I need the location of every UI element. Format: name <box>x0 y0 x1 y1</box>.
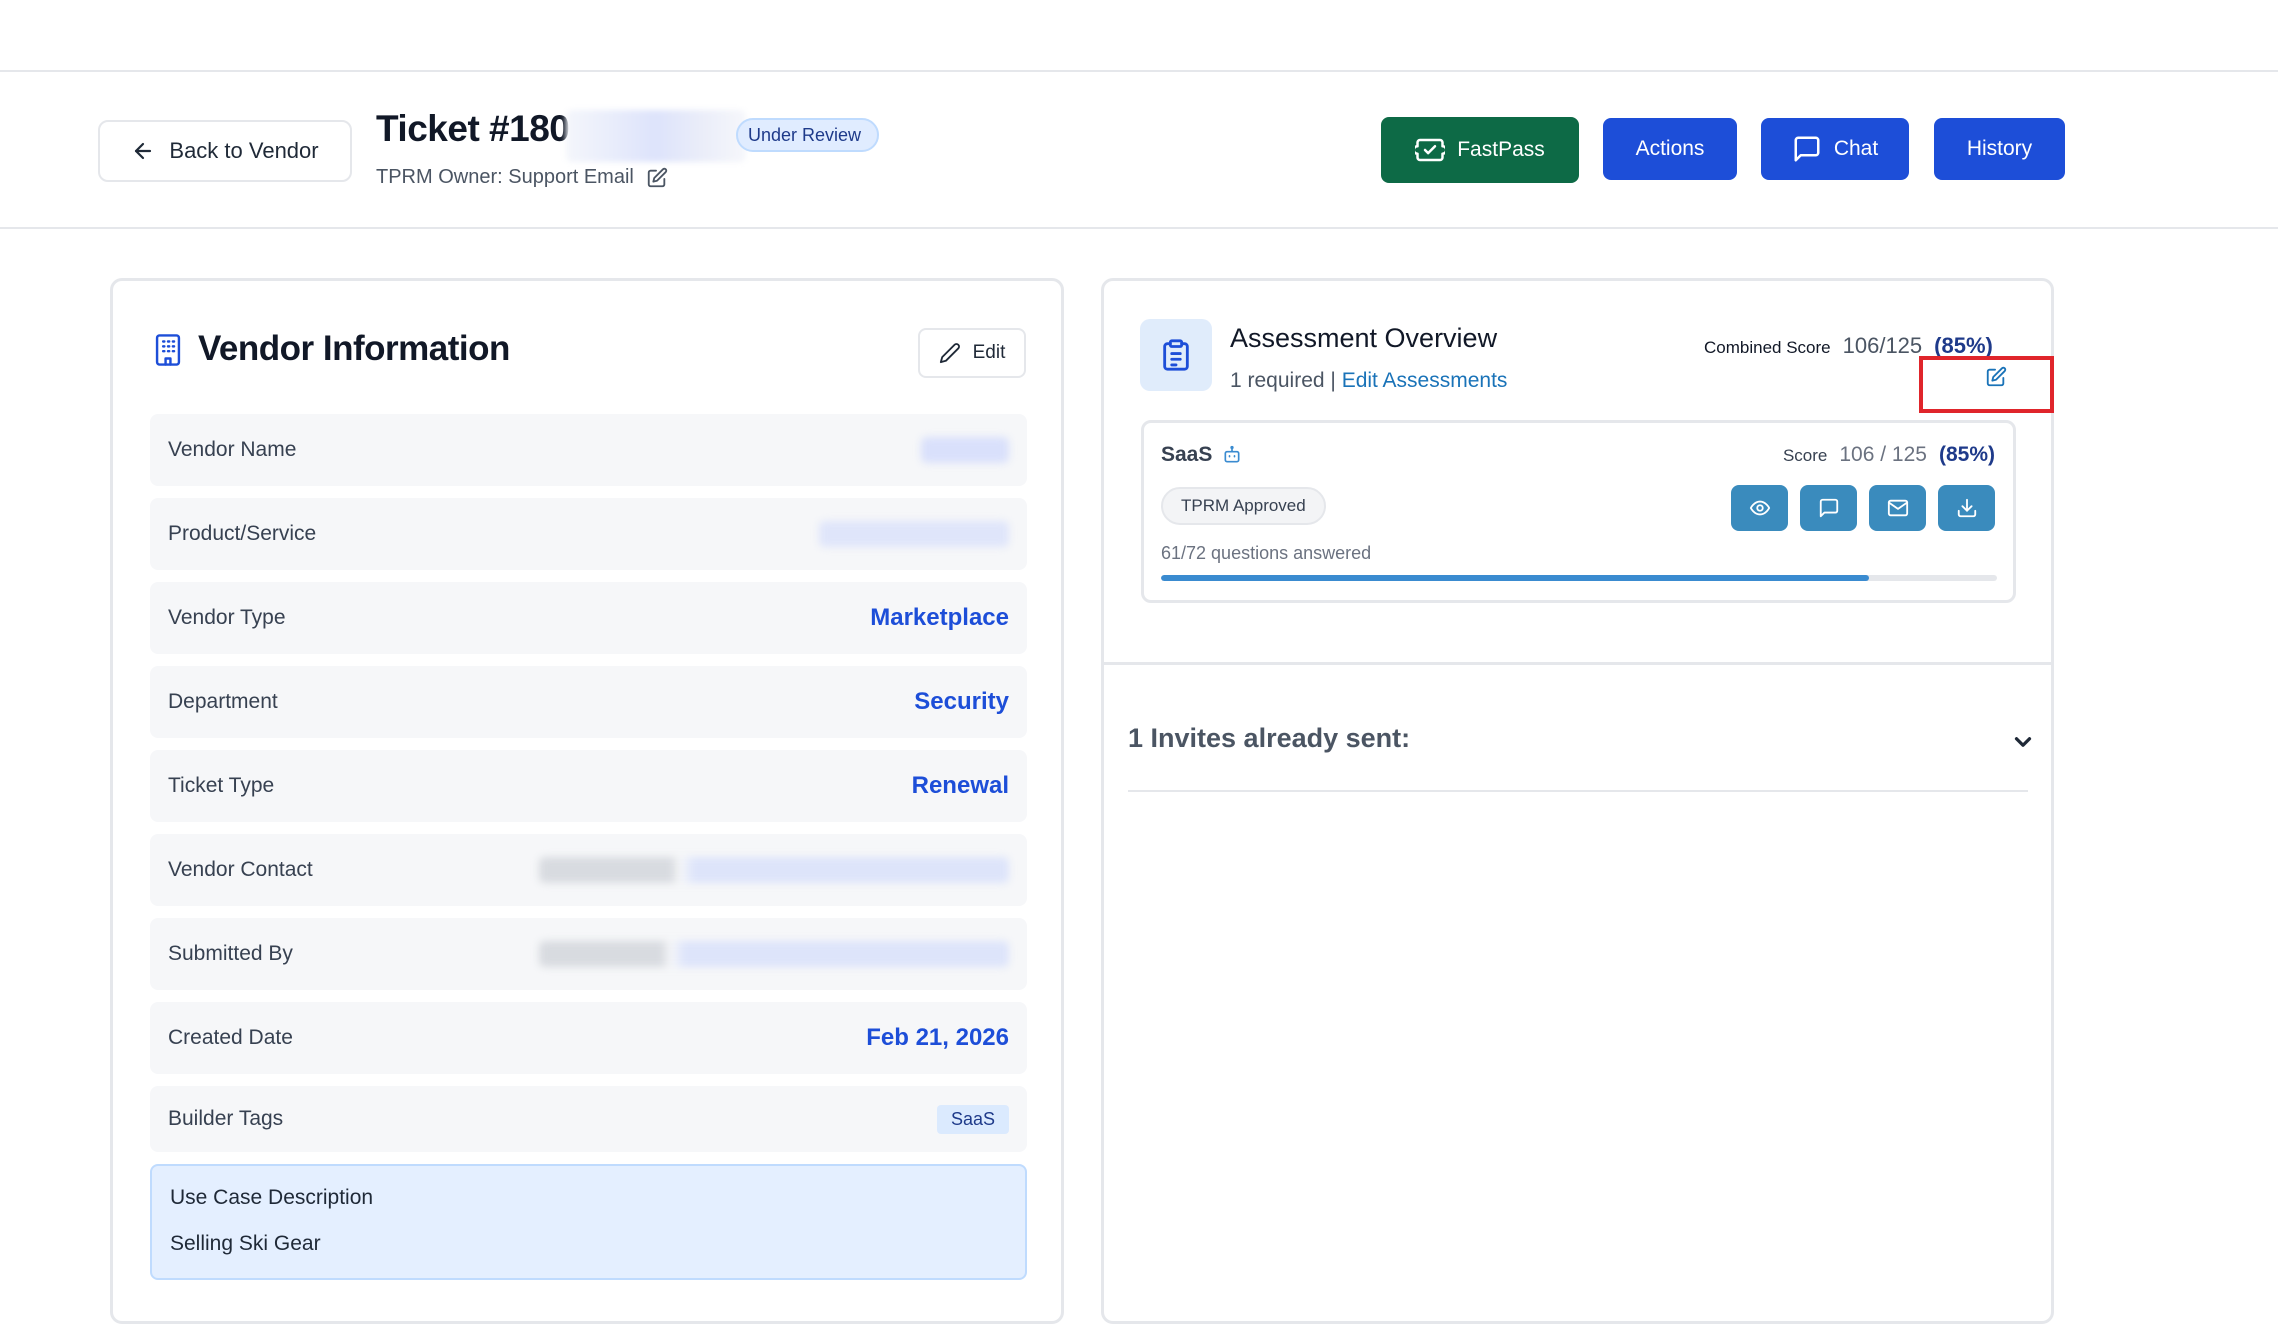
ticket-header: Back to Vendor Ticket #180 Under Review … <box>0 72 2278 229</box>
row-value: Renewal <box>911 772 1009 799</box>
use-case-value: Selling Ski Gear <box>170 1232 321 1255</box>
vendor-type-row: Vendor Type Marketplace <box>150 582 1027 654</box>
submitted-by-row: Submitted By <box>150 918 1027 990</box>
use-case-label: Use Case Description <box>170 1186 374 1209</box>
vendor-fields: Vendor Name Product/Service Vendor Type … <box>150 414 1027 1280</box>
required-count: 1 required <box>1230 369 1325 392</box>
clipboard-icon-tile <box>1140 319 1212 391</box>
edit-assessments-link[interactable]: Edit Assessments <box>1342 369 1508 392</box>
edit-icon[interactable] <box>646 167 668 189</box>
vendor-info-title: Vendor Information <box>198 329 510 368</box>
row-value: Security <box>914 688 1009 715</box>
assessment-actions <box>1731 485 1995 531</box>
tag-badge: SaaS <box>936 1104 1009 1134</box>
combined-score-value: 106/125 <box>1842 333 1923 358</box>
section-divider <box>1104 662 2051 665</box>
download-button[interactable] <box>1938 485 1995 531</box>
redacted-value <box>539 941 1009 967</box>
highlight-box <box>1919 356 2054 413</box>
history-button[interactable]: History <box>1934 118 2065 180</box>
score-label: Score <box>1782 446 1828 465</box>
department-row: Department Security <box>150 666 1027 738</box>
eye-icon <box>1749 500 1770 516</box>
download-icon <box>1957 498 1976 518</box>
row-label: Vendor Contact <box>168 858 313 881</box>
redacted-vendor-name <box>566 110 746 162</box>
assessment-subtitle: 1 required | Edit Assessments <box>1230 369 1507 393</box>
pencil-icon <box>939 343 960 364</box>
message-icon <box>1819 498 1838 518</box>
history-label: History <box>1966 137 2033 160</box>
actions-label: Actions <box>1635 137 1705 160</box>
back-label: Back to Vendor <box>169 138 319 163</box>
questions-answered: 61/72 questions answered <box>1161 543 1372 563</box>
vendor-information-card: Vendor Information Edit Vendor Name Prod… <box>110 278 1064 1324</box>
actions-button[interactable]: Actions <box>1603 118 1737 180</box>
progress-fill <box>1161 575 1870 581</box>
mail-icon <box>1887 499 1908 517</box>
ticket-type-row: Ticket Type Renewal <box>150 750 1027 822</box>
top-bar <box>0 0 2278 72</box>
progress-bar <box>1161 575 1997 581</box>
row-value: Feb 21, 2026 <box>866 1024 1009 1051</box>
ticket-icon <box>1415 138 1446 162</box>
arrow-left-icon <box>135 142 152 160</box>
created-date-row: Created Date Feb 21, 2026 <box>150 1002 1027 1074</box>
page-title: Ticket #180 <box>376 108 570 149</box>
view-button[interactable] <box>1731 485 1788 531</box>
invites-divider <box>1128 790 2028 792</box>
chat-button[interactable]: Chat <box>1761 118 1909 180</box>
row-label: Department <box>168 690 278 713</box>
redacted-value <box>921 437 1009 463</box>
separator: | <box>1324 369 1342 392</box>
score-percent: (85%) <box>1938 443 1995 466</box>
row-label: Builder Tags <box>168 1107 284 1130</box>
assessment-item: SaaS Score 106 / 125 (85%) TPRM Approved… <box>1141 420 2016 603</box>
vendor-name-row: Vendor Name <box>150 414 1027 486</box>
fastpass-label: FastPass <box>1457 138 1545 161</box>
bot-icon <box>1224 445 1240 463</box>
edit-label: Edit <box>972 342 1006 363</box>
assessment-name-label: SaaS <box>1161 443 1213 466</box>
assessment-title: Assessment Overview <box>1230 323 1498 353</box>
fastpass-button[interactable]: FastPass <box>1381 117 1579 183</box>
edit-vendor-button[interactable]: Edit <box>918 328 1026 378</box>
back-to-vendor-button[interactable]: Back to Vendor <box>98 120 352 182</box>
assessment-name: SaaS <box>1161 443 1242 467</box>
row-label: Vendor Type <box>168 606 286 629</box>
row-label: Vendor Name <box>168 438 297 461</box>
chat-icon <box>1794 136 1820 162</box>
clipboard-icon <box>1163 339 1189 371</box>
row-value: Marketplace <box>870 604 1009 631</box>
approval-badge: TPRM Approved <box>1161 487 1326 525</box>
chat-label: Chat <box>1833 137 1879 160</box>
builder-tags-row: Builder Tags SaaS <box>150 1086 1027 1152</box>
vendor-contact-row: Vendor Contact <box>150 834 1027 906</box>
row-label: Product/Service <box>168 522 317 545</box>
score-value: 106 / 125 <box>1839 443 1927 466</box>
status-badge: Under Review <box>736 118 880 152</box>
chevron-down-icon[interactable] <box>2010 729 2036 755</box>
comment-button[interactable] <box>1800 485 1857 531</box>
use-case-box: Use Case Description Selling Ski Gear <box>150 1164 1027 1280</box>
redacted-value <box>539 857 1009 883</box>
row-label: Created Date <box>168 1026 293 1049</box>
email-button[interactable] <box>1869 485 1926 531</box>
combined-score-label: Combined Score <box>1704 338 1831 357</box>
assessment-score: Score 106 / 125 (85%) <box>1783 443 1995 467</box>
assessment-overview-card: Assessment Overview 1 required | Edit As… <box>1101 278 2054 1324</box>
building-icon <box>155 334 181 366</box>
tprm-owner: TPRM Owner: Support Email <box>376 166 668 189</box>
row-label: Ticket Type <box>168 774 275 797</box>
invites-header[interactable]: 1 Invites already sent: <box>1128 723 1410 754</box>
row-label: Submitted By <box>168 942 293 965</box>
owner-label: TPRM Owner: Support Email <box>376 166 634 188</box>
redacted-value <box>819 521 1009 547</box>
product-service-row: Product/Service <box>150 498 1027 570</box>
